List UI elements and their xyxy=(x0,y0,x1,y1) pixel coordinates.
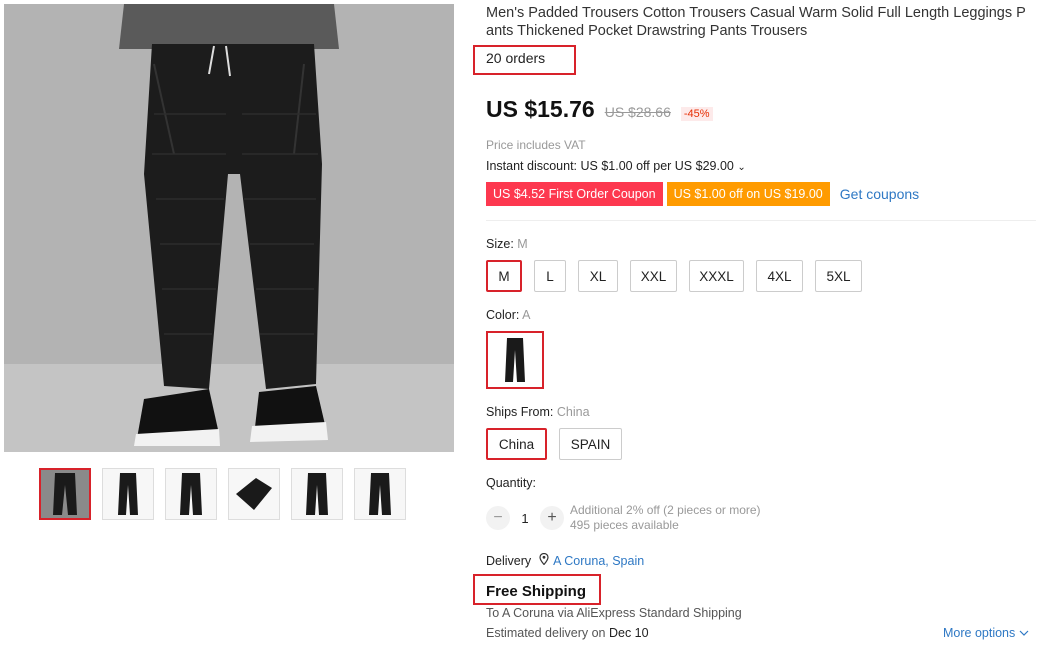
thumbnail-2[interactable] xyxy=(102,468,154,520)
price-row: US $15.76 US $28.66 -45% xyxy=(486,96,713,123)
size-options: M L XL XXL XXXL 4XL 5XL xyxy=(486,260,862,292)
thumbnail-1[interactable] xyxy=(39,468,91,520)
size-option-xxl[interactable]: XXL xyxy=(630,260,677,292)
instant-discount-text: Instant discount: US $1.00 off per US $2… xyxy=(486,159,734,173)
product-info: Men's Padded Trousers Cotton Trousers Ca… xyxy=(486,4,1031,40)
color-label: Color: A xyxy=(486,308,530,322)
size-label-text: Size: xyxy=(486,237,518,251)
quantity-minus-button[interactable]: − xyxy=(486,506,510,530)
orders-highlight-box xyxy=(473,45,576,75)
ships-from-options: China SPAIN xyxy=(486,428,622,460)
thumbnail-4[interactable] xyxy=(228,468,280,520)
estimated-delivery-date: Dec 10 xyxy=(608,626,649,640)
estimated-delivery: Estimated delivery on Dec 10 xyxy=(486,626,649,640)
color-option-a[interactable] xyxy=(486,331,544,389)
original-price: US $28.66 xyxy=(604,104,671,120)
divider xyxy=(486,220,1036,221)
more-options-link[interactable]: More options xyxy=(943,626,1029,640)
bulk-discount-note: Additional 2% off (2 pieces or more) xyxy=(570,503,761,517)
thumbnail-6[interactable] xyxy=(354,468,406,520)
folded-pants-thumbnail-icon xyxy=(236,478,272,510)
delivery-row: Delivery A Coruna, Spain xyxy=(486,552,644,568)
quantity-note: Additional 2% off (2 pieces or more) 495… xyxy=(570,503,761,533)
coupon-row: US $4.52 First Order Coupon US $1.00 off… xyxy=(486,182,919,206)
location-pin-icon xyxy=(539,552,549,568)
shipping-method: To A Coruna via AliExpress Standard Ship… xyxy=(486,606,742,620)
thumbnail-3[interactable] xyxy=(165,468,217,520)
product-main-image[interactable] xyxy=(4,4,454,452)
size-option-xl[interactable]: XL xyxy=(578,260,618,292)
thumbnail-strip xyxy=(39,468,406,520)
pants-photo-illustration xyxy=(4,4,454,452)
quantity-plus-button[interactable]: + xyxy=(540,506,564,530)
delivery-location-link[interactable]: A Coruna, Spain xyxy=(553,554,644,568)
pants-color-swatch-icon xyxy=(505,338,525,382)
quantity-label: Quantity: xyxy=(486,476,537,490)
ships-from-label: Ships From: China xyxy=(486,405,590,419)
store-coupon[interactable]: US $1.00 off on US $19.00 xyxy=(666,182,830,206)
more-options-text: More options xyxy=(943,626,1016,640)
size-option-l[interactable]: L xyxy=(534,260,566,292)
size-option-m[interactable]: M xyxy=(486,260,522,292)
chevron-down-icon: ⌄ xyxy=(737,162,746,173)
ships-from-china[interactable]: China xyxy=(486,428,547,460)
delivery-label: Delivery xyxy=(486,553,532,568)
thumbnail-5[interactable] xyxy=(291,468,343,520)
ships-from-spain[interactable]: SPAIN xyxy=(559,428,622,460)
color-selected-value: A xyxy=(522,308,531,322)
first-order-coupon[interactable]: US $4.52 First Order Coupon xyxy=(486,182,663,206)
vat-note: Price includes VAT xyxy=(486,138,586,152)
quantity-value[interactable]: 1 xyxy=(510,511,540,526)
instant-discount[interactable]: Instant discount: US $1.00 off per US $2… xyxy=(486,159,746,173)
pants-thumbnail-icon xyxy=(306,473,328,515)
pants-thumbnail-icon xyxy=(118,473,138,515)
pants-thumbnail-icon xyxy=(369,473,391,515)
size-option-4xl[interactable]: 4XL xyxy=(756,260,803,292)
chevron-down-icon xyxy=(1019,626,1029,640)
quantity-stepper: − 1 + Additional 2% off (2 pieces or mor… xyxy=(486,503,761,533)
size-label: Size: M xyxy=(486,237,528,251)
estimated-delivery-prefix: Estimated delivery on xyxy=(486,626,609,640)
color-label-text: Color: xyxy=(486,308,523,322)
free-shipping-highlight-box xyxy=(473,574,601,605)
product-title: Men's Padded Trousers Cotton Trousers Ca… xyxy=(486,5,1026,39)
size-option-xxxl[interactable]: XXXL xyxy=(689,260,744,292)
size-option-5xl[interactable]: 5XL xyxy=(815,260,862,292)
pants-thumbnail-icon xyxy=(180,473,202,515)
get-coupons-link[interactable]: Get coupons xyxy=(840,186,919,202)
current-price: US $15.76 xyxy=(486,96,595,122)
size-selected-value: M xyxy=(517,237,528,251)
ships-from-label-text: Ships From: xyxy=(486,405,557,419)
pants-thumbnail-icon xyxy=(53,473,77,515)
stock-available-note: 495 pieces available xyxy=(570,518,679,532)
discount-badge: -45% xyxy=(680,107,713,121)
ships-from-selected-value: China xyxy=(556,405,590,419)
